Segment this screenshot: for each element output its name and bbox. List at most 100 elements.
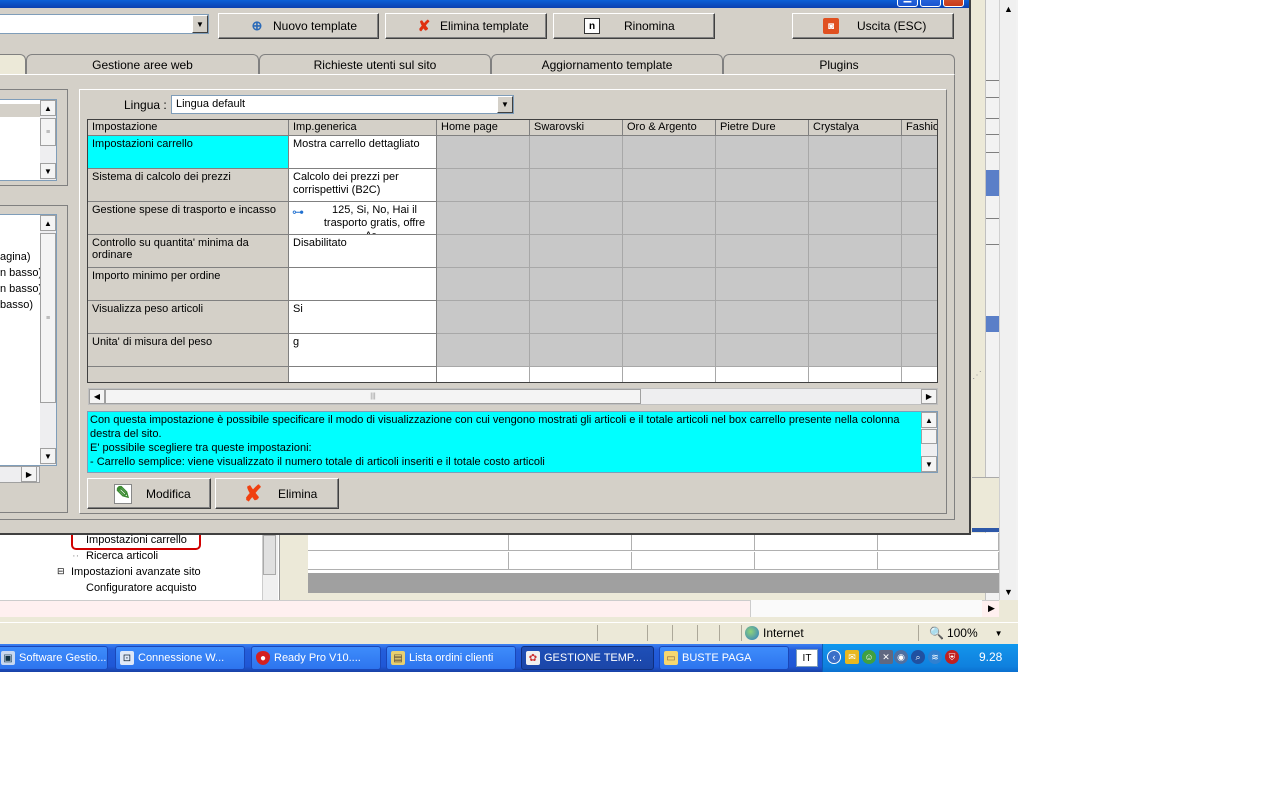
tree-item-ricerca-articoli[interactable]: Ricerca articoli xyxy=(86,550,158,562)
grid-cell[interactable] xyxy=(902,367,937,382)
taskbar-item-buste-paga[interactable]: ▭ BUSTE PAGA xyxy=(659,646,789,670)
taskbar-item-lista-ordini[interactable]: ▤ Lista ordini clienti xyxy=(386,646,516,670)
scroll-up-icon[interactable]: ▲ xyxy=(40,215,56,231)
taskbar-item-connessione[interactable]: ⊡ Connessione W... xyxy=(115,646,245,670)
grid-cell[interactable] xyxy=(623,268,716,301)
left-list-top-scrollbar[interactable]: ▲ ≡ ▼ xyxy=(40,100,56,180)
language-indicator[interactable]: IT xyxy=(796,649,818,667)
grid-cell[interactable] xyxy=(809,268,902,301)
grid-cell[interactable] xyxy=(437,202,530,235)
grid-cell[interactable] xyxy=(530,334,623,367)
grid-cell[interactable] xyxy=(437,301,530,334)
close-icon[interactable]: ✕ xyxy=(943,0,964,7)
list-item[interactable]: n basso) xyxy=(0,267,42,279)
tab-active[interactable] xyxy=(0,54,26,75)
row-value[interactable]: g xyxy=(289,334,437,367)
row-name[interactable]: Unita' di misura del peso xyxy=(88,334,289,367)
grid-cell[interactable] xyxy=(716,334,809,367)
background-vertical-scrollbar[interactable]: ▲ ▼ xyxy=(999,0,1016,600)
language-select[interactable]: Lingua default xyxy=(171,95,514,114)
grid-cell[interactable] xyxy=(530,169,623,202)
grid-cell[interactable] xyxy=(437,367,530,382)
scroll-right-icon[interactable]: ▶ xyxy=(983,600,1000,617)
grid-cell[interactable] xyxy=(623,334,716,367)
grid-cell[interactable] xyxy=(902,334,937,367)
row-name[interactable]: Importo minimo per ordine xyxy=(88,268,289,301)
scroll-down-icon[interactable]: ▼ xyxy=(40,448,56,464)
grid-cell[interactable] xyxy=(530,235,623,268)
chevron-down-icon[interactable]: ▼ xyxy=(995,629,1003,638)
row-name[interactable]: Controllo su quantita' minima da ordinar… xyxy=(88,235,289,268)
grid-cell[interactable] xyxy=(902,169,937,202)
grid-cell[interactable] xyxy=(530,367,623,382)
grid-cell[interactable] xyxy=(437,136,530,169)
column-header[interactable]: Impostazione xyxy=(88,120,289,136)
scroll-down-icon[interactable]: ▼ xyxy=(921,456,937,472)
chevron-down-icon[interactable]: ▼ xyxy=(192,15,208,33)
tab-aggiornamento-template[interactable]: Aggiornamento template xyxy=(491,54,723,75)
grid-cell[interactable] xyxy=(623,235,716,268)
new-template-button[interactable]: ⊕ Nuovo template xyxy=(218,13,379,39)
grid-cell[interactable] xyxy=(809,301,902,334)
minimize-icon[interactable]: ▁ xyxy=(897,0,918,7)
grid-cell[interactable] xyxy=(437,169,530,202)
description-box[interactable]: Con questa impostazione è possibile spec… xyxy=(87,411,938,473)
row-value[interactable]: Si xyxy=(289,301,437,334)
resize-grip-icon[interactable]: ⋰ xyxy=(972,370,984,382)
grid-cell[interactable] xyxy=(623,202,716,235)
grid-cell[interactable] xyxy=(437,268,530,301)
grid-cell[interactable] xyxy=(809,202,902,235)
row-value[interactable]: Calcolo dei prezzi per corrispettivi (B2… xyxy=(289,169,437,202)
scroll-down-icon[interactable]: ▼ xyxy=(1000,583,1017,600)
grid-cell[interactable] xyxy=(902,268,937,301)
column-header[interactable]: Fashio xyxy=(902,120,937,136)
exit-button[interactable]: ◙ Uscita (ESC) xyxy=(792,13,954,39)
grid-cell[interactable] xyxy=(623,169,716,202)
column-header[interactable]: Oro & Argento xyxy=(623,120,716,136)
tree-item-impostazioni-avanzate[interactable]: Impostazioni avanzate sito xyxy=(71,566,201,578)
row-value[interactable]: Disabilitato xyxy=(289,235,437,268)
grid-cell[interactable] xyxy=(716,136,809,169)
template-select[interactable] xyxy=(0,14,209,34)
left-list-bottom-scrollbar[interactable]: ▲ ≡ ▼ xyxy=(40,215,56,465)
grid-cell[interactable] xyxy=(902,202,937,235)
grid-cell[interactable] xyxy=(623,367,716,382)
column-header[interactable]: Imp.generica xyxy=(289,120,437,136)
tab-richieste-utenti[interactable]: Richieste utenti sul sito xyxy=(259,54,491,75)
grid-cell[interactable] xyxy=(902,235,937,268)
grid-cell[interactable] xyxy=(623,136,716,169)
system-clock[interactable]: 9.28 xyxy=(979,650,1002,664)
scroll-up-icon[interactable]: ▲ xyxy=(921,412,937,428)
taskbar-item-gestione-template[interactable]: ✿ GESTIONE TEMP... xyxy=(521,646,654,670)
grid-cell[interactable] xyxy=(716,169,809,202)
taskbar-item-software-gestionale[interactable]: ▣ Software Gestio... xyxy=(0,646,108,670)
security-icon[interactable]: ◉ xyxy=(894,650,908,664)
mail-icon[interactable]: ✉ xyxy=(845,650,859,664)
chevron-down-icon[interactable]: ▼ xyxy=(497,96,513,113)
row-value[interactable]: Mostra carrello dettagliato xyxy=(289,136,437,169)
chevron-left-icon[interactable]: ‹ xyxy=(827,650,841,664)
list-item[interactable]: basso) xyxy=(0,299,33,311)
scroll-up-icon[interactable]: ▲ xyxy=(40,100,56,116)
row-name[interactable]: Sistema di calcolo dei prezzi xyxy=(88,169,289,202)
row-value[interactable] xyxy=(289,367,437,382)
column-header[interactable]: Pietre Dure xyxy=(716,120,809,136)
rename-button[interactable]: n Rinomina xyxy=(553,13,715,39)
grid-cell[interactable] xyxy=(530,301,623,334)
tab-plugins[interactable]: Plugins xyxy=(723,54,955,75)
scroll-thumb[interactable]: ≡ xyxy=(40,233,56,403)
tab-gestione-aree-web[interactable]: Gestione aree web xyxy=(26,54,259,75)
wireless-icon[interactable]: ≋ xyxy=(928,650,942,664)
grid-cell[interactable] xyxy=(716,235,809,268)
list-item[interactable]: agina) xyxy=(0,251,31,263)
column-header[interactable]: Home page xyxy=(437,120,530,136)
row-name[interactable]: Impostazioni carrello xyxy=(88,136,289,169)
search-icon[interactable]: ⌕ xyxy=(911,650,925,664)
grid-cell[interactable] xyxy=(530,202,623,235)
scroll-thumb[interactable]: ≡ xyxy=(40,118,56,146)
grid-cell[interactable] xyxy=(902,301,937,334)
scroll-down-icon[interactable]: ▼ xyxy=(40,163,56,179)
grid-cell[interactable] xyxy=(809,169,902,202)
grid-cell[interactable] xyxy=(716,268,809,301)
maximize-icon[interactable]: □ xyxy=(920,0,941,7)
